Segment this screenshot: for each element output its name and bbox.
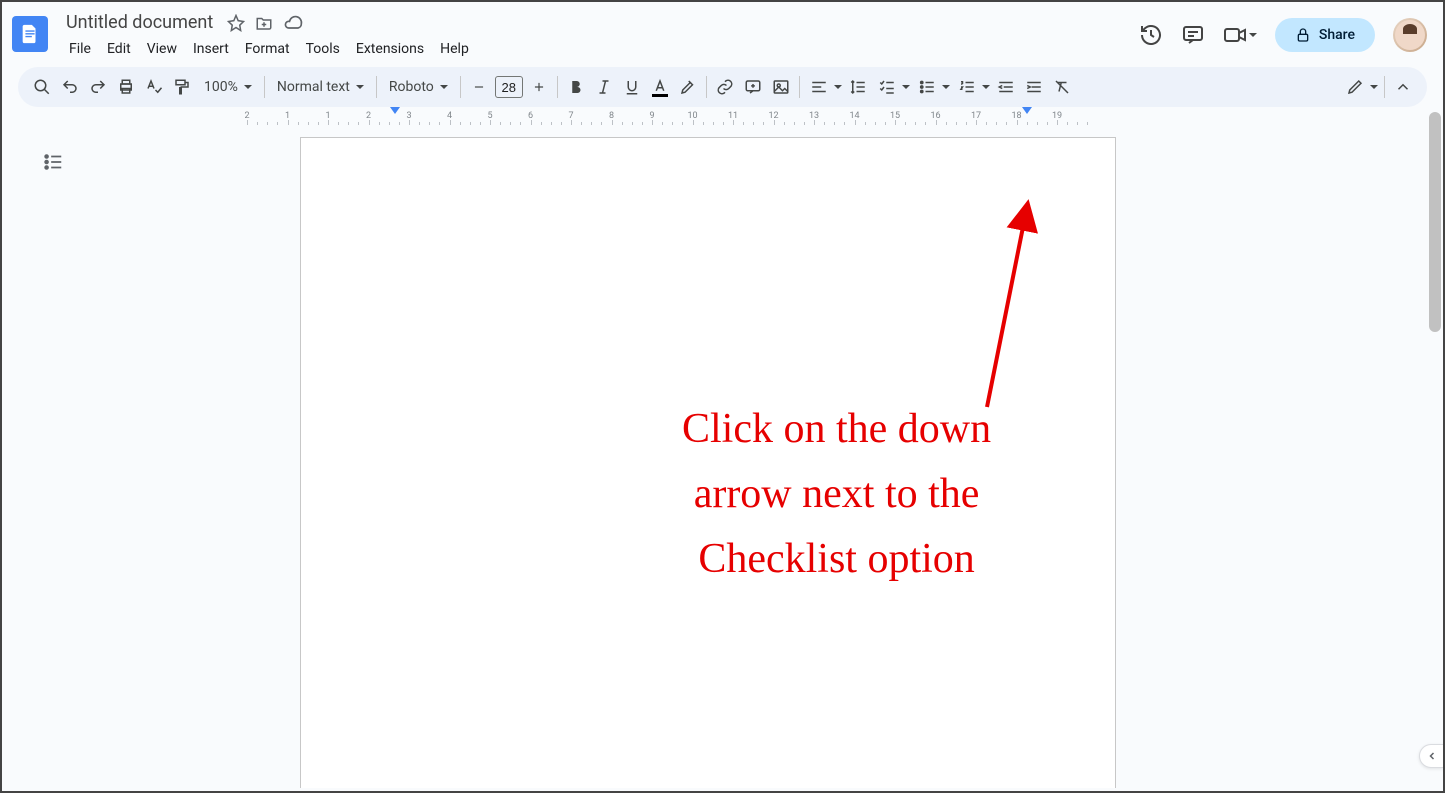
highlight-color-button[interactable] bbox=[674, 73, 702, 101]
text-color-button[interactable] bbox=[646, 73, 674, 101]
increase-font-size-button[interactable] bbox=[525, 73, 553, 101]
checklist-dropdown[interactable] bbox=[900, 73, 912, 101]
bulleted-list-dropdown[interactable] bbox=[940, 73, 952, 101]
font-dropdown[interactable]: Roboto bbox=[381, 73, 456, 101]
underline-button[interactable] bbox=[618, 73, 646, 101]
move-icon[interactable] bbox=[255, 14, 273, 32]
menu-format[interactable]: Format bbox=[238, 37, 297, 61]
menu-extensions[interactable]: Extensions bbox=[349, 37, 431, 61]
chevron-down-icon bbox=[244, 85, 252, 89]
editing-mode-combo bbox=[1340, 73, 1380, 101]
star-icon[interactable] bbox=[227, 14, 245, 32]
bold-button[interactable] bbox=[562, 73, 590, 101]
search-menus-button[interactable] bbox=[28, 73, 56, 101]
align-combo bbox=[804, 73, 844, 101]
editing-mode-dropdown[interactable] bbox=[1368, 73, 1380, 101]
vertical-scrollbar[interactable] bbox=[1429, 112, 1441, 752]
menu-file[interactable]: File bbox=[62, 37, 98, 61]
menu-bar: File Edit View Insert Format Tools Exten… bbox=[54, 35, 1139, 67]
font-value: Roboto bbox=[389, 79, 434, 95]
hide-menus-button[interactable] bbox=[1389, 73, 1417, 101]
italic-button[interactable] bbox=[590, 73, 618, 101]
insert-image-button[interactable] bbox=[767, 73, 795, 101]
editing-mode-button[interactable] bbox=[1340, 73, 1368, 101]
decrease-indent-button[interactable] bbox=[992, 73, 1020, 101]
numbered-list-combo bbox=[952, 73, 992, 101]
print-button[interactable] bbox=[112, 73, 140, 101]
annotation-text: Click on the down arrow next to the Chec… bbox=[682, 397, 991, 592]
add-comment-button[interactable] bbox=[739, 73, 767, 101]
chevron-down-icon bbox=[1249, 33, 1257, 37]
menu-insert[interactable]: Insert bbox=[186, 37, 236, 61]
increase-indent-button[interactable] bbox=[1020, 73, 1048, 101]
share-label: Share bbox=[1319, 27, 1355, 43]
history-icon[interactable] bbox=[1139, 23, 1163, 47]
bulleted-list-combo bbox=[912, 73, 952, 101]
menu-edit[interactable]: Edit bbox=[100, 37, 138, 61]
bulleted-list-button[interactable] bbox=[912, 73, 940, 101]
clear-formatting-button[interactable] bbox=[1048, 73, 1076, 101]
toolbar: 100% Normal text Roboto bbox=[18, 67, 1427, 107]
horizontal-ruler[interactable]: 2112345678910111213141516171819 bbox=[302, 107, 1122, 125]
menu-help[interactable]: Help bbox=[433, 37, 476, 61]
zoom-dropdown[interactable]: 100% bbox=[196, 73, 260, 101]
comments-icon[interactable] bbox=[1181, 23, 1205, 47]
decrease-font-size-button[interactable] bbox=[465, 73, 493, 101]
menu-tools[interactable]: Tools bbox=[299, 37, 347, 61]
checklist-combo bbox=[872, 73, 912, 101]
zoom-value: 100% bbox=[204, 79, 238, 95]
scrollbar-thumb[interactable] bbox=[1429, 112, 1441, 332]
avatar[interactable] bbox=[1393, 18, 1427, 52]
style-value: Normal text bbox=[277, 79, 350, 95]
insert-link-button[interactable] bbox=[711, 73, 739, 101]
numbered-list-button[interactable] bbox=[952, 73, 980, 101]
checklist-button[interactable] bbox=[872, 73, 900, 101]
chevron-down-icon bbox=[440, 85, 448, 89]
meet-button[interactable] bbox=[1223, 23, 1257, 47]
numbered-list-dropdown[interactable] bbox=[980, 73, 992, 101]
outline-toggle-button[interactable] bbox=[42, 151, 64, 177]
document-title[interactable]: Untitled document bbox=[62, 10, 217, 35]
ruler-right-indent[interactable] bbox=[1022, 107, 1032, 114]
chevron-down-icon bbox=[356, 85, 364, 89]
cloud-status-icon[interactable] bbox=[283, 13, 303, 33]
align-dropdown[interactable] bbox=[832, 73, 844, 101]
undo-button[interactable] bbox=[56, 73, 84, 101]
text-color-swatch bbox=[652, 94, 668, 97]
line-spacing-button[interactable] bbox=[844, 73, 872, 101]
redo-button[interactable] bbox=[84, 73, 112, 101]
menu-view[interactable]: View bbox=[140, 37, 184, 61]
spellcheck-button[interactable] bbox=[140, 73, 168, 101]
paragraph-style-dropdown[interactable]: Normal text bbox=[269, 73, 372, 101]
align-button[interactable] bbox=[804, 73, 832, 101]
paint-format-button[interactable] bbox=[168, 73, 196, 101]
font-size-input[interactable] bbox=[495, 76, 523, 98]
ruler-left-indent[interactable] bbox=[390, 107, 400, 114]
share-button[interactable]: Share bbox=[1275, 18, 1375, 52]
docs-logo[interactable] bbox=[12, 16, 48, 52]
